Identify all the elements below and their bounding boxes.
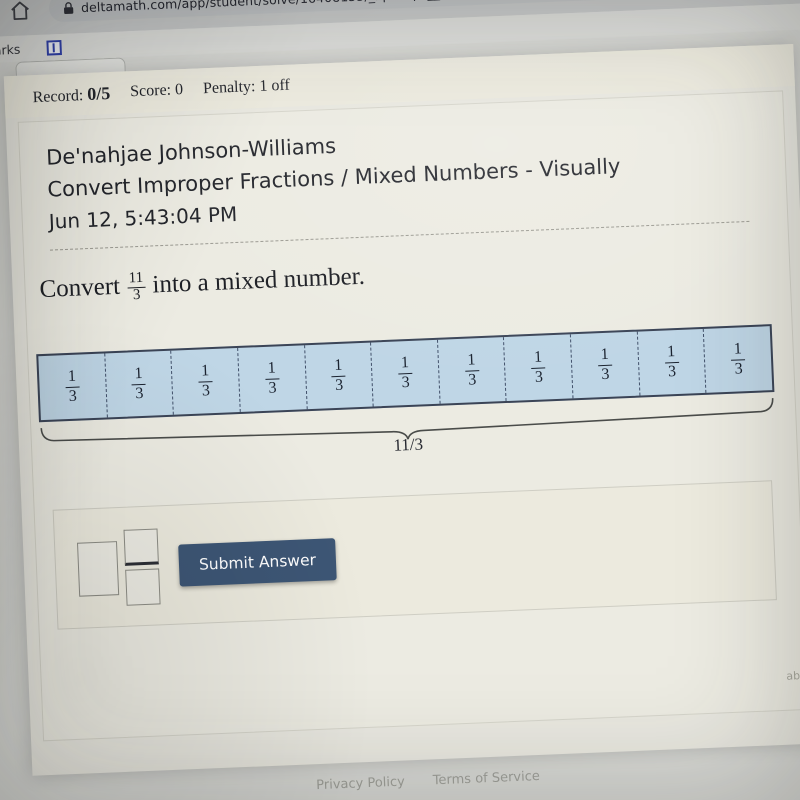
cell-numerator: 1 [131, 365, 147, 385]
bookmarks-label: okmarks [0, 41, 21, 59]
cell-denominator: 3 [68, 387, 78, 405]
cell-fraction: 13 [597, 345, 613, 384]
cell-denominator: 3 [334, 376, 344, 394]
question-fraction: 11 3 [126, 270, 146, 305]
student-name: De'nahjae Johnson-Williams [45, 133, 337, 170]
cell-numerator: 1 [530, 348, 546, 369]
fraction-cell: 13 [504, 334, 574, 402]
submit-answer-button[interactable]: Submit Answer [178, 538, 337, 587]
cell-denominator: 3 [268, 378, 277, 397]
answer-panel: Submit Answer [52, 480, 777, 630]
fraction-inputs [123, 528, 161, 606]
fraction-strip-diagram: 1313131313131313131313 11/3 [36, 324, 790, 457]
cell-fraction: 13 [464, 351, 480, 389]
fraction-cell: 13 [637, 328, 707, 396]
cell-numerator: 1 [330, 356, 346, 377]
cell-numerator: 1 [663, 343, 679, 364]
cell-fraction: 13 [730, 340, 746, 378]
penalty-status: Penalty: 1 off [203, 77, 290, 99]
fraction-cell: 13 [437, 337, 508, 404]
penalty-value: 1 off [259, 76, 291, 95]
question-text: Convert 11 3 into a mixed number. [39, 261, 366, 307]
score-value: 0 [174, 81, 184, 99]
fraction-cell: 13 [171, 347, 241, 415]
question-suffix: into a mixed number. [151, 263, 366, 299]
privacy-policy-link[interactable]: Privacy Policy [316, 775, 405, 794]
fraction-cell: 13 [238, 345, 308, 412]
cell-numerator: 1 [64, 367, 80, 388]
cell-numerator: 1 [264, 359, 280, 380]
cell-numerator: 1 [730, 340, 746, 361]
fraction-cell: 13 [704, 326, 772, 393]
watermark-text: ab [786, 669, 800, 683]
home-icon[interactable] [9, 0, 32, 22]
fraction-cell: 13 [371, 339, 441, 407]
deltamath-page: Record: 0/5 Score: 0 Penalty: 1 off De'n… [3, 43, 800, 793]
denominator-input[interactable] [125, 568, 161, 606]
browser-window: deltamath.com/app/student/solve/16408155… [0, 0, 800, 800]
fraction-cell: 13 [570, 331, 641, 399]
cell-denominator: 3 [534, 368, 544, 386]
fraction-cell: 13 [38, 353, 108, 421]
cell-denominator: 3 [734, 359, 743, 378]
cell-denominator: 3 [601, 365, 610, 383]
cell-fraction: 13 [64, 367, 81, 406]
fraction-cell: 13 [104, 350, 175, 418]
photo-of-screen: deltamath.com/app/student/solve/16408155… [0, 0, 800, 800]
fraction-cell: 13 [304, 342, 374, 410]
question-prefix: Convert [39, 273, 121, 304]
terms-of-service-link[interactable]: Terms of Service [432, 769, 540, 788]
cell-denominator: 3 [467, 370, 477, 389]
record-status: Record: 0/5 [32, 83, 110, 107]
cell-denominator: 3 [667, 362, 677, 380]
footer: Privacy Policy Terms of Service [33, 757, 800, 800]
record-value: 0/5 [86, 82, 111, 104]
cell-denominator: 3 [401, 373, 411, 391]
cell-fraction: 13 [131, 365, 147, 403]
cell-numerator: 1 [197, 362, 213, 383]
whole-number-input[interactable] [76, 541, 120, 597]
score-status: Score: 0 [130, 81, 184, 101]
record-label: Record: [32, 86, 84, 106]
bookmark-icon[interactable] [45, 39, 62, 56]
cell-denominator: 3 [135, 384, 144, 402]
question-numerator: 11 [126, 270, 146, 289]
mixed-number-input [76, 528, 161, 607]
cell-fraction: 13 [530, 348, 547, 387]
cell-fraction: 13 [397, 354, 414, 392]
numerator-input[interactable] [123, 528, 159, 566]
cell-fraction: 13 [663, 343, 680, 381]
timestamp: Jun 12, 5:43:04 PM [48, 201, 238, 234]
cell-fraction: 13 [264, 359, 280, 398]
cell-numerator: 1 [464, 351, 479, 372]
cell-numerator: 1 [397, 354, 413, 374]
cell-fraction: 13 [330, 356, 347, 395]
question-denominator: 3 [132, 286, 141, 304]
cell-denominator: 3 [201, 381, 211, 400]
answer-row: Submit Answer [76, 521, 338, 608]
cell-fraction: 13 [197, 362, 214, 400]
score-label: Score: [129, 81, 172, 101]
cell-numerator: 1 [597, 345, 613, 366]
penalty-label: Penalty: [202, 78, 256, 98]
lock-icon [63, 1, 75, 14]
problem-card: De'nahjae Johnson-Williams Convert Impro… [17, 90, 800, 742]
